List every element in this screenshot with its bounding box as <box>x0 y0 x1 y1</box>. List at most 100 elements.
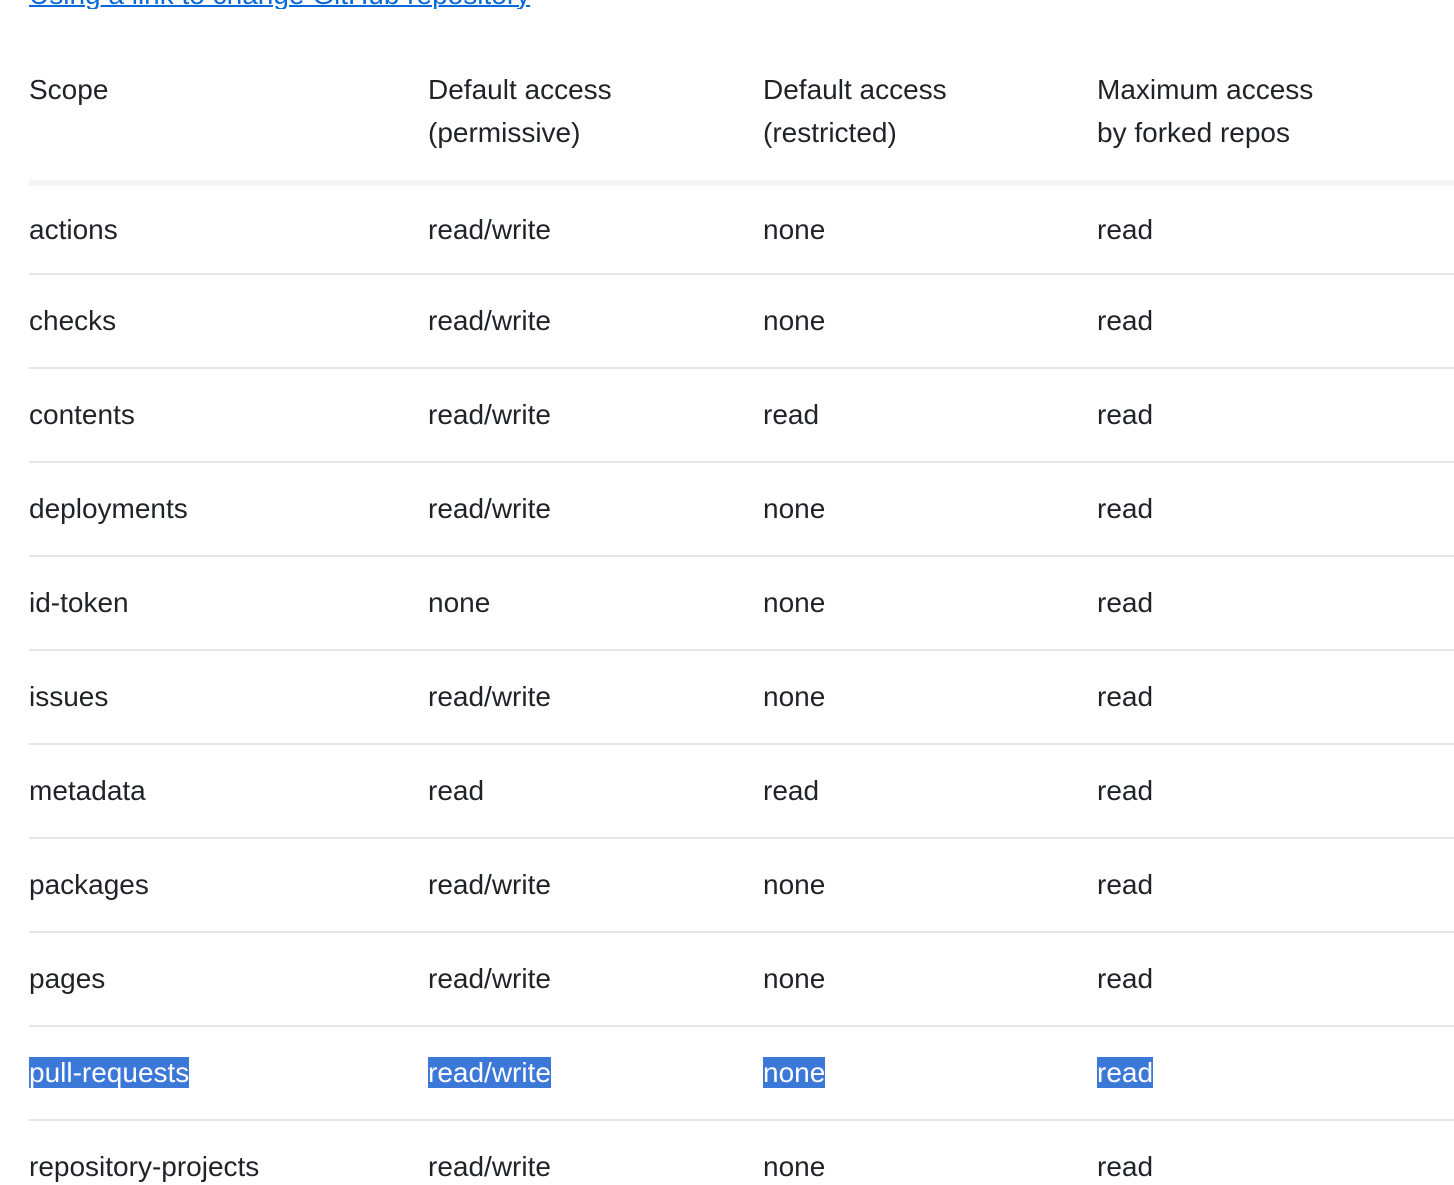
cell-forked-text: read <box>1097 399 1154 430</box>
cell-restricted-text: read <box>763 399 820 430</box>
table-row: pages read/write none read <box>29 932 1454 1027</box>
cell-scope: metadata <box>29 744 428 839</box>
cell-scope: contents <box>29 368 428 463</box>
table-row: metadata read read read <box>29 744 1454 839</box>
table-row: contents read/write read read <box>29 368 1454 463</box>
cell-forked-text: read <box>1097 1057 1154 1088</box>
cell-forked: read <box>1097 838 1454 933</box>
repository-settings-link[interactable]: Using a link to change GitHub repository <box>29 0 581 9</box>
cell-forked-text: read <box>1097 681 1154 712</box>
cell-scope: actions <box>29 183 428 275</box>
cell-scope: deployments <box>29 462 428 557</box>
cell-scope: repository-projects <box>29 1120 428 1185</box>
cell-scope: checks <box>29 274 428 369</box>
cell-restricted-text: none <box>763 963 826 994</box>
cell-restricted: none <box>763 462 1097 557</box>
cell-forked-text: read <box>1097 775 1154 806</box>
cell-scope-text: repository-projects <box>29 1151 260 1182</box>
cell-scope: pull-requests <box>29 1026 428 1121</box>
header-forked-line1: Maximum access <box>1097 74 1314 105</box>
cell-restricted: none <box>763 838 1097 933</box>
header-row: Scope Default access (permissive) Defaul… <box>29 68 1454 186</box>
cell-permissive-text: read/write <box>428 213 551 245</box>
cell-restricted-text: none <box>763 1151 826 1182</box>
table-header: Scope Default access (permissive) Defaul… <box>29 68 1454 186</box>
cell-restricted: none <box>763 1026 1097 1121</box>
cell-restricted-text: none <box>763 869 826 900</box>
cell-restricted: read <box>763 368 1097 463</box>
cell-forked: read <box>1097 932 1454 1027</box>
cell-forked-text: read <box>1097 213 1154 245</box>
header-permissive-line1: Default access <box>428 74 612 105</box>
cell-permissive-text: read/write <box>428 399 551 430</box>
cell-permissive-text: none <box>428 587 491 618</box>
header-permissive-line2: (permissive) <box>428 117 581 148</box>
header-default-restricted: Default access (restricted) <box>763 68 1097 186</box>
header-restricted-line2: (restricted) <box>763 117 897 148</box>
cell-restricted-text: none <box>763 681 826 712</box>
cell-permissive: read/write <box>428 183 763 275</box>
cell-forked-text: read <box>1097 305 1154 336</box>
table-row: repository-projects read/write none read <box>29 1120 1454 1185</box>
cell-forked: read <box>1097 556 1454 651</box>
table-row: deployments read/write none read <box>29 462 1454 557</box>
top-link-container: Using a link to change GitHub repository <box>29 0 581 9</box>
cell-forked-text: read <box>1097 1151 1154 1182</box>
cell-permissive: read/write <box>428 368 763 463</box>
cell-restricted: none <box>763 650 1097 745</box>
cell-scope-text: pull-requests <box>29 1057 190 1088</box>
header-default-permissive: Default access (permissive) <box>428 68 763 186</box>
cell-permissive-text: read/write <box>428 305 551 336</box>
cell-scope-text: metadata <box>29 775 146 806</box>
cell-permissive-text: read/write <box>428 681 551 712</box>
cell-restricted-text: none <box>763 305 826 336</box>
cell-restricted-text: read <box>763 775 820 806</box>
cell-forked-text: read <box>1097 587 1154 618</box>
cell-scope-text: pages <box>29 963 106 994</box>
table-row: id-token none none read <box>29 556 1454 651</box>
cell-scope-text: checks <box>29 305 117 336</box>
cell-forked-text: read <box>1097 963 1154 994</box>
cell-forked-text: read <box>1097 493 1154 524</box>
cell-scope-text: issues <box>29 681 109 712</box>
cell-forked: read <box>1097 368 1454 463</box>
cell-restricted: none <box>763 932 1097 1027</box>
cell-permissive-text: read/write <box>428 493 551 524</box>
cell-permissive-text: read/write <box>428 1151 551 1182</box>
cell-restricted: none <box>763 274 1097 369</box>
cell-permissive: read/write <box>428 650 763 745</box>
cell-scope-text: deployments <box>29 493 188 524</box>
cell-forked: read <box>1097 1026 1454 1121</box>
cell-restricted-text: none <box>763 1057 826 1088</box>
cell-scope-text: id-token <box>29 587 129 618</box>
cell-restricted: none <box>763 183 1097 275</box>
cell-scope: pages <box>29 932 428 1027</box>
cell-forked: read <box>1097 744 1454 839</box>
cell-scope-text: contents <box>29 399 135 430</box>
cell-permissive: read/write <box>428 932 763 1027</box>
permissions-table: Scope Default access (permissive) Defaul… <box>29 68 1454 1185</box>
cell-forked: read <box>1097 462 1454 557</box>
cell-restricted: none <box>763 556 1097 651</box>
cell-scope: issues <box>29 650 428 745</box>
cell-restricted: read <box>763 744 1097 839</box>
table-row: checks read/write none read <box>29 274 1454 369</box>
cell-permissive: read <box>428 744 763 839</box>
cell-permissive: read/write <box>428 1026 763 1121</box>
cell-forked: read <box>1097 183 1454 275</box>
cell-forked: read <box>1097 274 1454 369</box>
cell-forked-text: read <box>1097 869 1154 900</box>
cell-restricted: none <box>763 1120 1097 1185</box>
cell-permissive: read/write <box>428 838 763 933</box>
header-scope-line1: Scope <box>29 74 109 105</box>
cell-permissive: none <box>428 556 763 651</box>
cell-scope-text: packages <box>29 869 149 900</box>
cell-permissive-text: read/write <box>428 869 551 900</box>
cell-restricted-text: none <box>763 493 826 524</box>
header-forked-line2: by forked repos <box>1097 117 1290 148</box>
table-row: issues read/write none read <box>29 650 1454 745</box>
cell-restricted-text: none <box>763 213 826 245</box>
table-row: packages read/write none read <box>29 838 1454 933</box>
table-row: actions read/write none read <box>29 183 1454 275</box>
cell-forked: read <box>1097 650 1454 745</box>
